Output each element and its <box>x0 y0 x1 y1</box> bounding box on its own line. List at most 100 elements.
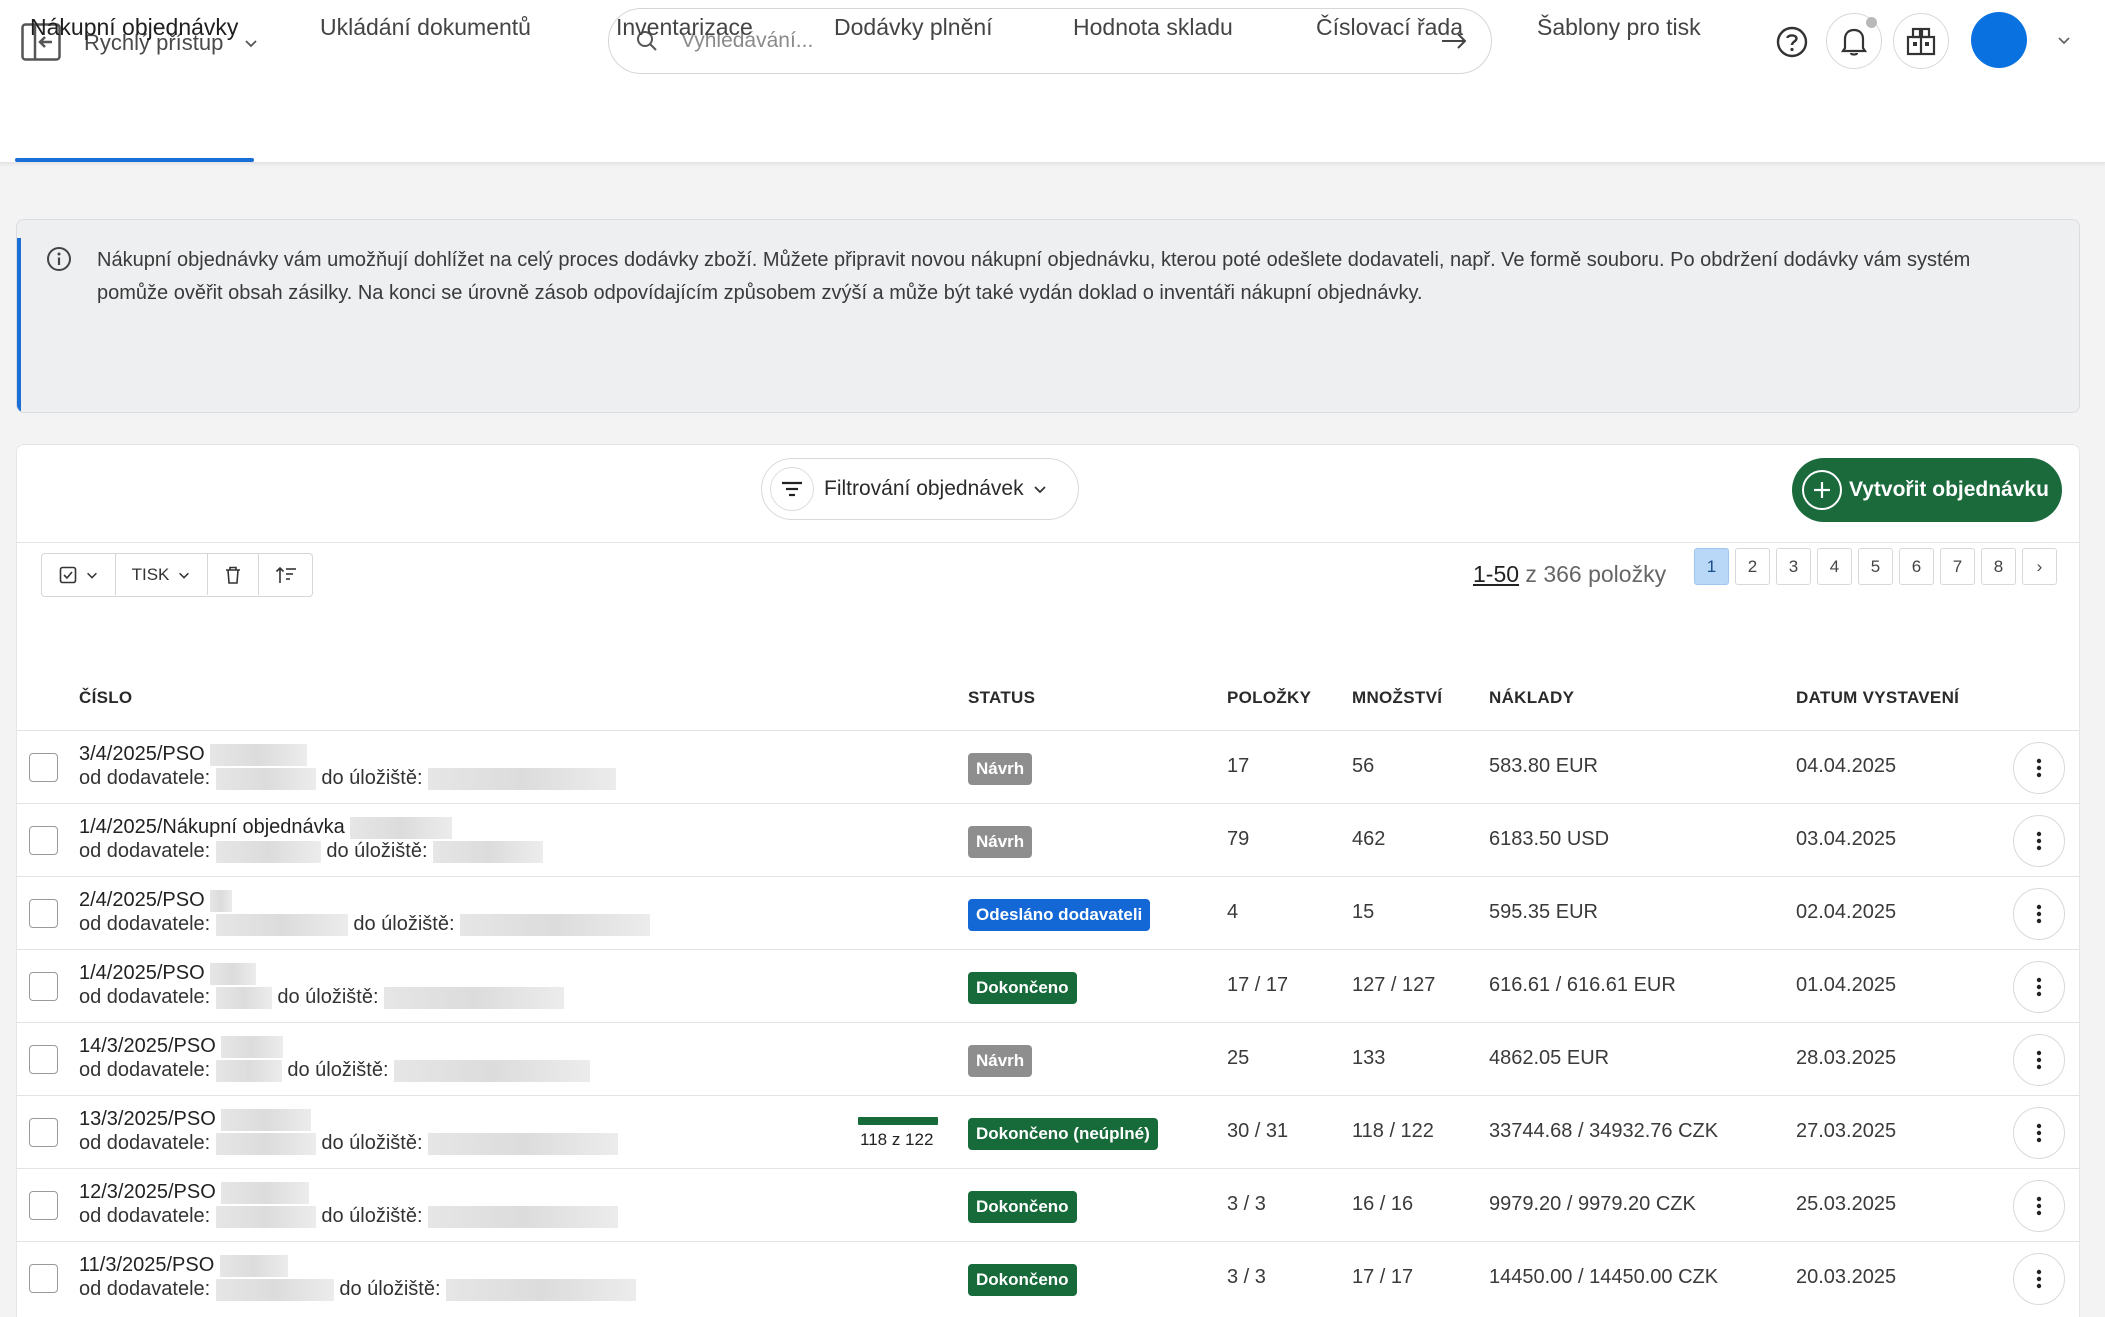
table-row[interactable]: 2/4/2025/PSO od dodavatele: do úložiště:… <box>17 876 2079 949</box>
table-row[interactable]: 3/4/2025/PSO od dodavatele: do úložiště:… <box>17 730 2079 803</box>
tab-fulfillment-deliveries[interactable]: Dodávky plnění <box>834 0 993 63</box>
table-row[interactable]: 11/3/2025/PSO od dodavatele: do úložiště… <box>17 1241 2079 1314</box>
costs-cell: 616.61 / 616.61 EUR <box>1489 974 1676 996</box>
quantity-cell: 16 / 16 <box>1352 1193 1414 1215</box>
orders-card: Filtrování objednávek Vytvořit objednávk… <box>16 444 2080 1317</box>
pagination-info: 1-50 z 366 položky <box>1473 561 1666 588</box>
page-button[interactable]: 8 <box>1981 548 2016 585</box>
quantity-cell: 118 / 122 <box>1352 1120 1434 1142</box>
next-page-button[interactable]: › <box>2022 548 2057 585</box>
column-header-status[interactable]: STATUS <box>968 688 1035 708</box>
table-row[interactable]: 13/3/2025/PSO od dodavatele: do úložiště… <box>17 1095 2079 1168</box>
page-button[interactable]: 4 <box>1817 548 1852 585</box>
tab-purchase-orders[interactable]: Nákupní objednávky <box>30 0 238 63</box>
table-row[interactable]: 1/4/2025/Nákupní objednávka od dodavatel… <box>17 803 2079 876</box>
order-route: od dodavatele: do úložiště: <box>79 986 565 1009</box>
tab-print-templates[interactable]: Šablony pro tisk <box>1537 0 1701 63</box>
quantity-cell: 133 <box>1352 1047 1386 1069</box>
column-header-items[interactable]: POLOŽKY <box>1227 688 1311 708</box>
column-header-quantity[interactable]: MNOŽSTVÍ <box>1352 688 1442 708</box>
status-badge: Dokončeno <box>968 1264 1077 1296</box>
select-menu-button[interactable] <box>42 554 116 595</box>
sort-button[interactable] <box>259 554 312 595</box>
order-route: od dodavatele: do úložiště: <box>79 1059 591 1082</box>
row-checkbox[interactable] <box>29 1264 58 1293</box>
row-menu-button[interactable] <box>2013 1253 2065 1305</box>
tab-inventory[interactable]: Inventarizace <box>616 0 753 63</box>
items-cell: 3 / 3 <box>1227 1193 1266 1215</box>
order-number[interactable]: 3/4/2025/PSO <box>79 743 308 766</box>
chevron-down-icon[interactable] <box>2054 30 2074 50</box>
delivery-progress-label: 118 z 122 <box>860 1130 934 1149</box>
quantity-cell: 15 <box>1352 901 1375 923</box>
avatar[interactable] <box>1971 12 2027 68</box>
order-number[interactable]: 14/3/2025/PSO <box>79 1035 284 1058</box>
more-vertical-icon <box>2036 1123 2042 1143</box>
tab-document-storage[interactable]: Ukládání dokumentů <box>320 0 531 63</box>
date-cell: 04.04.2025 <box>1796 755 1897 777</box>
page-button[interactable]: 6 <box>1899 548 1934 585</box>
row-checkbox[interactable] <box>29 753 58 782</box>
row-checkbox[interactable] <box>29 826 58 855</box>
row-checkbox[interactable] <box>29 1118 58 1147</box>
costs-cell: 14450.00 / 14450.00 CZK <box>1489 1266 1719 1288</box>
tab-stock-value[interactable]: Hodnota skladu <box>1073 0 1233 63</box>
help-icon <box>1776 26 1808 58</box>
filter-icon <box>770 467 814 511</box>
quantity-cell: 17 / 17 <box>1352 1266 1414 1288</box>
page-button[interactable]: 7 <box>1940 548 1975 585</box>
table-row[interactable]: 14/3/2025/PSO od dodavatele: do úložiště… <box>17 1022 2079 1095</box>
order-number[interactable]: 12/3/2025/PSO <box>79 1181 310 1204</box>
order-number[interactable]: 11/3/2025/PSO <box>79 1254 288 1277</box>
chevron-down-icon <box>179 572 190 579</box>
pagination-range[interactable]: 1-50 <box>1473 561 1519 587</box>
sort-icon <box>275 566 296 583</box>
page-button[interactable]: 3 <box>1776 548 1811 585</box>
row-menu-button[interactable] <box>2013 888 2065 940</box>
help-button[interactable] <box>1764 14 1820 70</box>
order-number[interactable]: 2/4/2025/PSO <box>79 889 233 912</box>
status-badge: Odesláno dodavateli <box>968 899 1151 931</box>
row-checkbox[interactable] <box>29 1045 58 1074</box>
print-label: TISK <box>131 564 170 584</box>
status-badge: Návrh <box>968 753 1033 785</box>
delete-button[interactable] <box>208 554 259 595</box>
row-menu-button[interactable] <box>2013 1180 2065 1232</box>
page-button[interactable]: 1 <box>1694 548 1729 585</box>
row-checkbox[interactable] <box>29 899 58 928</box>
items-cell: 4 <box>1227 901 1239 923</box>
row-menu-button[interactable] <box>2013 961 2065 1013</box>
plus-icon <box>1802 470 1842 510</box>
items-cell: 30 / 31 <box>1227 1120 1289 1142</box>
create-order-button[interactable]: Vytvořit objednávku <box>1792 458 2062 522</box>
row-menu-button[interactable] <box>2013 1107 2065 1159</box>
column-header-issue-date[interactable]: DATUM VYSTAVENÍ <box>1796 688 1959 708</box>
items-cell: 79 <box>1227 828 1250 850</box>
tab-numbering-series[interactable]: Číslovací řada <box>1316 0 1463 63</box>
row-checkbox[interactable] <box>29 972 58 1001</box>
order-number[interactable]: 1/4/2025/Nákupní objednávka <box>79 816 453 839</box>
more-vertical-icon <box>2036 758 2042 778</box>
column-header-number[interactable]: ČÍSLO <box>79 688 132 708</box>
row-menu-button[interactable] <box>2013 1034 2065 1086</box>
row-menu-button[interactable] <box>2013 815 2065 867</box>
chevron-down-icon <box>86 572 97 579</box>
print-menu-button[interactable]: TISK <box>116 554 208 595</box>
row-menu-button[interactable] <box>2013 742 2065 794</box>
delivery-progress-bar <box>858 1117 938 1125</box>
notifications-button[interactable] <box>1826 13 1882 69</box>
page-button[interactable]: 5 <box>1858 548 1893 585</box>
column-header-costs[interactable]: NÁKLADY <box>1489 688 1574 708</box>
table-row[interactable]: 12/3/2025/PSO od dodavatele: do úložiště… <box>17 1168 2079 1241</box>
order-route: od dodavatele: do úložiště: <box>79 1132 619 1155</box>
checkbox-select-icon <box>59 566 76 583</box>
row-checkbox[interactable] <box>29 1191 58 1220</box>
items-cell: 17 / 17 <box>1227 974 1289 996</box>
quantity-cell: 462 <box>1352 828 1386 850</box>
order-number[interactable]: 1/4/2025/PSO <box>79 962 257 985</box>
filter-orders-button[interactable]: Filtrování objednávek <box>761 458 1079 520</box>
order-number[interactable]: 13/3/2025/PSO <box>79 1108 312 1131</box>
page-button[interactable]: 2 <box>1735 548 1770 585</box>
table-row[interactable]: 1/4/2025/PSO od dodavatele: do úložiště:… <box>17 949 2079 1022</box>
apps-button[interactable] <box>1893 13 1949 69</box>
